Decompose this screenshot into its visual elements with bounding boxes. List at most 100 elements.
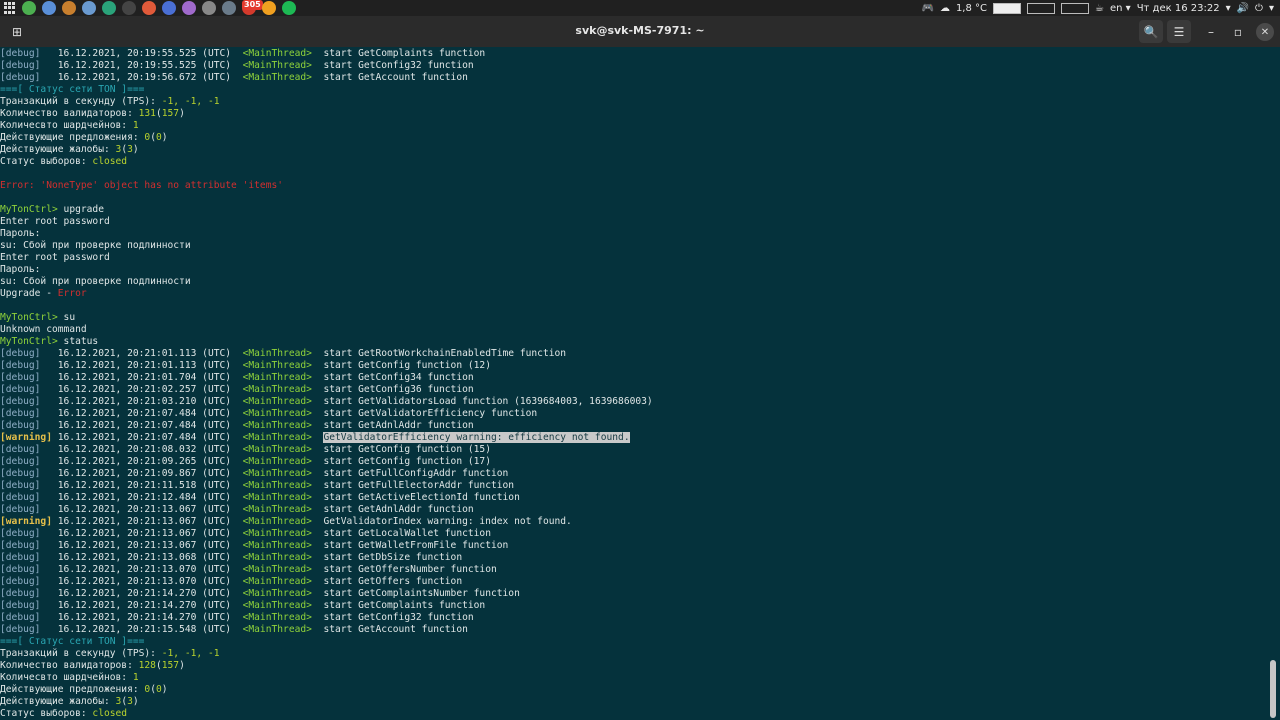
terminal-text: start GetConfig36 function: [311, 384, 474, 395]
system-tray: 🎮 ☁ 1,8 °C ☕ en ▾ Чт дек 16 23:22 ▾ 🔊 ⏻ …: [921, 0, 1274, 16]
terminal-text: Error: [57, 288, 87, 299]
terminal-text: [debug]: [0, 444, 41, 455]
system-icon[interactable]: [222, 1, 236, 15]
terminal-text: 16.12.2021, 20:21:07.484 (UTC): [40, 420, 243, 431]
terminal-text: 16.12.2021, 20:21:08.032 (UTC): [40, 444, 243, 455]
app-grid-icon[interactable]: [4, 2, 16, 14]
record-icon[interactable]: [62, 1, 76, 15]
terminal-text: start GetConfig function (12): [311, 360, 491, 371]
terminal-text: 16.12.2021, 20:19:56.672 (UTC): [40, 72, 243, 83]
indicator-box: [1061, 2, 1090, 14]
terminal-line: Действующие предложения: 0(0): [0, 684, 1270, 696]
close-icon[interactable]: ✕: [1256, 23, 1274, 41]
minimize-icon[interactable]: –: [1199, 20, 1223, 43]
terminal-text: MyTonCtrl>: [0, 336, 58, 347]
notes-icon[interactable]: [182, 1, 196, 15]
terminal-line: [debug] 16.12.2021, 20:21:14.270 (UTC) <…: [0, 588, 1270, 600]
terminal-text: su: Сбой при проверке подлинности: [0, 276, 191, 287]
terminal-text: closed: [92, 708, 128, 719]
volume-icon[interactable]: 🔊: [1237, 3, 1249, 14]
terminal-text: 16.12.2021, 20:21:07.484 (UTC): [40, 408, 243, 419]
terminal-text: Количество валидаторов:: [0, 660, 139, 671]
terminal-text: [debug]: [0, 60, 41, 71]
weather-icon[interactable]: ☁: [940, 3, 950, 14]
scrollbar[interactable]: [1270, 660, 1276, 718]
terminal-text: MyTonCtrl>: [0, 204, 58, 215]
terminal-line: Количество валидаторов: 131(157): [0, 108, 1270, 120]
mail-icon[interactable]: 305: [242, 0, 263, 15]
monitor-icon[interactable]: [102, 1, 116, 15]
terminal-line: Действующие предложения: 0(0): [0, 132, 1270, 144]
coffee-icon[interactable]: ☕: [1095, 3, 1104, 14]
terminal-text: 16.12.2021, 20:21:13.070 (UTC): [40, 576, 243, 587]
menu-icon[interactable]: ☰: [1167, 20, 1191, 43]
settings-icon[interactable]: [42, 1, 56, 15]
terminal-line: Пароль:: [0, 228, 1270, 240]
terminal-text: 16.12.2021, 20:21:13.067 (UTC): [40, 528, 243, 539]
editor-icon[interactable]: [162, 1, 176, 15]
gamepad-icon[interactable]: 🎮: [921, 3, 933, 14]
image-viewer-icon[interactable]: [82, 1, 96, 15]
terminal-line: [warning] 16.12.2021, 20:21:13.067 (UTC)…: [0, 516, 1270, 528]
terminal-text: Действующие предложения:: [0, 132, 145, 143]
app-orange-icon[interactable]: [262, 1, 276, 15]
terminal-text: closed: [92, 156, 128, 167]
weather-temp[interactable]: 1,8 °C: [956, 3, 987, 14]
terminal-line: Пароль:: [0, 264, 1270, 276]
terminal-text: Статус выборов:: [0, 708, 93, 719]
terminal-text: Enter root password: [0, 252, 110, 263]
terminal-text: start GetAdnlAddr function: [311, 420, 474, 431]
terminal-icon[interactable]: [122, 1, 136, 15]
terminal-text: 16.12.2021, 20:21:01.704 (UTC): [40, 372, 243, 383]
terminal-text: <MainThread>: [242, 552, 312, 563]
terminal-line: [debug] 16.12.2021, 20:19:55.525 (UTC) <…: [0, 60, 1270, 72]
terminal-text: <MainThread>: [242, 72, 312, 83]
terminal-text: start GetConfig32 function: [311, 60, 474, 71]
language-indicator[interactable]: en ▾: [1110, 3, 1131, 14]
disk-icon[interactable]: [202, 1, 216, 15]
terminal-text: 16.12.2021, 20:21:09.867 (UTC): [40, 468, 243, 479]
terminal-text: [debug]: [0, 504, 41, 515]
terminal-text: 16.12.2021, 20:21:01.113 (UTC): [40, 348, 243, 359]
wifi-icon[interactable]: ▾: [1226, 3, 1231, 14]
power-icon[interactable]: ⏻: [1255, 3, 1263, 14]
chrome-icon[interactable]: [22, 1, 36, 15]
terminal-line: [debug] 16.12.2021, 20:21:12.484 (UTC) <…: [0, 492, 1270, 504]
terminal-text: 16.12.2021, 20:21:07.484 (UTC): [51, 432, 243, 443]
terminal-text: <MainThread>: [242, 528, 312, 539]
terminal-text: start GetAdnlAddr function: [311, 504, 474, 515]
terminal-line: ===[ Статус сети TON ]===: [0, 636, 1270, 648]
maximize-icon[interactable]: ▫: [1226, 20, 1250, 43]
terminal-text: ): [179, 108, 185, 119]
clock[interactable]: Чт дек 16 23:22: [1137, 3, 1220, 14]
indicator-box: [993, 2, 1022, 14]
terminal-text: Пароль:: [0, 228, 41, 239]
chevron-down-icon[interactable]: ▾: [1269, 3, 1274, 14]
terminal-text: [debug]: [0, 588, 41, 599]
terminal-text: ): [132, 696, 139, 707]
terminal-text: start GetOffers function: [311, 576, 463, 587]
terminal-text: 16.12.2021, 20:19:55.525 (UTC): [40, 60, 243, 71]
terminal-text: [debug]: [0, 72, 41, 83]
terminal-output[interactable]: [debug] 16.12.2021, 20:19:55.525 (UTC) <…: [0, 48, 1270, 720]
terminal-text: ): [161, 684, 168, 695]
terminal-text: 16.12.2021, 20:21:14.270 (UTC): [40, 612, 243, 623]
terminal-text: status: [57, 336, 99, 347]
git-icon[interactable]: [142, 1, 156, 15]
terminal-line: Действующие жалобы: 3(3): [0, 696, 1270, 708]
terminal-text: start GetDbSize function: [311, 552, 463, 563]
terminal-text: [warning]: [0, 432, 52, 443]
terminal-text: [debug]: [0, 420, 41, 431]
spotify-icon[interactable]: [282, 1, 296, 15]
terminal-text: <MainThread>: [242, 360, 312, 371]
terminal-line: [debug] 16.12.2021, 20:21:01.704 (UTC) <…: [0, 372, 1270, 384]
terminal-line: [debug] 16.12.2021, 20:21:14.270 (UTC) <…: [0, 600, 1270, 612]
search-icon[interactable]: 🔍: [1139, 20, 1163, 43]
terminal-text: [debug]: [0, 612, 41, 623]
terminal-text: Количесвто шардчейнов:: [0, 120, 133, 131]
terminal-line: Действующие жалобы: 3(3): [0, 144, 1270, 156]
terminal-text: 16.12.2021, 20:21:09.265 (UTC): [40, 456, 243, 467]
terminal-text: <MainThread>: [242, 504, 312, 515]
